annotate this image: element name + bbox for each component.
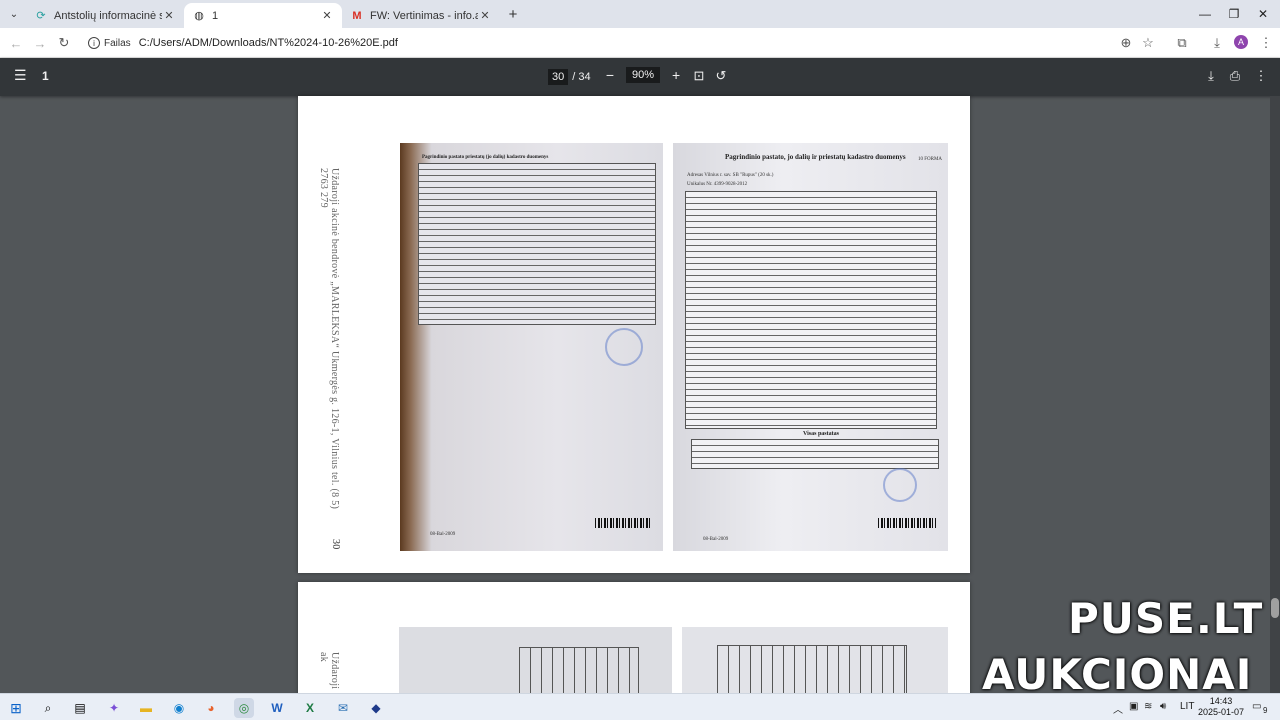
- barcode-right: [878, 518, 936, 528]
- company-side-text: Uždaroji akcinė bendrovė „MARLEKSA“ Ukme…: [318, 168, 340, 510]
- cadastre-table-right: [685, 191, 937, 429]
- cadastre-photo-left: Pagrindinio pastato priestatų (jo dalių)…: [400, 143, 663, 551]
- downloads-icon[interactable]: ⤓: [1207, 33, 1227, 53]
- url-text[interactable]: C:/Users/ADM/Downloads/NT%2024-10-26%20E…: [139, 37, 398, 49]
- fit-page-icon[interactable]: ⊡: [690, 68, 708, 86]
- window-close-button[interactable]: ✕: [1254, 5, 1272, 23]
- photo-right-code: Unikalus Nr. 4399-9028-2012: [687, 182, 748, 187]
- gmail-icon: M: [352, 9, 362, 22]
- site-label: Failas: [104, 37, 131, 49]
- barcode-left: [595, 518, 651, 528]
- page-indicator: 30 / 34: [548, 69, 591, 85]
- photo-left-heading: Pagrindinio pastato priestatų (jo dalių)…: [422, 155, 549, 160]
- chrome-icon[interactable]: ◎: [234, 698, 254, 718]
- info-icon: i: [88, 37, 100, 49]
- wifi-icon[interactable]: ≋: [1144, 701, 1152, 712]
- forward-icon[interactable]: →: [30, 33, 50, 53]
- edge-icon[interactable]: ◉: [169, 698, 189, 718]
- tab-document[interactable]: ◍ 1 ✕: [184, 3, 342, 28]
- notification-count: 9: [1263, 706, 1268, 715]
- site-info-chip[interactable]: i Failas: [80, 37, 139, 49]
- zoom-in-button[interactable]: +: [668, 67, 684, 83]
- floor-plan-photo-left: [399, 627, 672, 702]
- rotate-icon[interactable]: ↺: [712, 68, 730, 86]
- clock-date: 2025-01-07: [1198, 707, 1245, 717]
- close-icon[interactable]: ✕: [478, 9, 492, 22]
- pdf-page-30: Uždaroji akcinė bendrovė „MARLEKSA“ Ukme…: [298, 96, 970, 573]
- minimize-button[interactable]: —: [1196, 5, 1214, 23]
- close-icon[interactable]: ✕: [162, 9, 176, 22]
- antstoliai-icon: ⟳: [36, 10, 46, 22]
- back-icon[interactable]: ←: [6, 33, 26, 53]
- stamp-right: [883, 468, 917, 502]
- globe-icon: ◍: [194, 10, 204, 22]
- zoom-level-input[interactable]: 90%: [626, 67, 661, 83]
- taskbar: ⊞ ⌕ ▤ ✦ ▬ ◉ ◕ ◎ W X ✉ ◆ ︿ ▣ ≋ 🔊︎ LIT 14:…: [0, 693, 1280, 720]
- tab-gmail[interactable]: M FW: Vertinimas - info.antstoliai@ ✕: [342, 3, 500, 28]
- cadastre-photo-right: 10 FORMA Pagrindinio pastato, jo dalių i…: [673, 143, 948, 551]
- zoom-controls: − 90% +: [602, 67, 684, 83]
- tab-antstoliai[interactable]: ⟳ Antstolių informacinė sistema ✕: [26, 3, 184, 28]
- watermark-line-1: PUSE.LT: [1068, 594, 1264, 643]
- clock[interactable]: 14:43 2025-01-07: [1198, 696, 1244, 718]
- totals-table: [691, 439, 939, 469]
- tab-title: Antstolių informacinė sistema: [54, 9, 162, 22]
- download-icon[interactable]: ⤓: [1202, 68, 1220, 86]
- word-icon[interactable]: W: [267, 698, 287, 718]
- profile-avatar[interactable]: A: [1234, 35, 1248, 49]
- document-title: 1: [42, 69, 49, 83]
- watermark-line-2: AUKCIONAI: [982, 650, 1253, 699]
- copilot-icon[interactable]: ✦: [104, 698, 124, 718]
- page-number-input[interactable]: 30: [548, 69, 569, 85]
- app-icon[interactable]: ◆: [366, 698, 386, 718]
- restore-button[interactable]: ❐: [1225, 5, 1243, 23]
- browser-toolbar: ← → ↻ i Failas C:/Users/ADM/Downloads/NT…: [0, 28, 1280, 58]
- zoom-icon[interactable]: ⊕: [1116, 33, 1136, 53]
- tab-strip: ⌄ ⟳ Antstolių informacinė sistema ✕ ◍ 1 …: [0, 0, 1280, 28]
- photo-right-address: Adresas Vilnius r. sav. SB "Rupus" (20 s…: [687, 173, 774, 178]
- photo-left-date: 08-Bal-2009: [430, 532, 456, 537]
- print-icon[interactable]: ⎙: [1226, 68, 1244, 86]
- extensions-icon[interactable]: ⧉: [1172, 33, 1192, 53]
- tray-app-icon[interactable]: ▣: [1129, 701, 1138, 712]
- stamp-left: [605, 328, 643, 366]
- windows-start-icon[interactable]: ⊞: [6, 698, 26, 718]
- floor-plan-photo-right: [682, 627, 948, 702]
- new-tab-button[interactable]: +: [504, 5, 522, 23]
- photo-right-heading: Pagrindinio pastato, jo dalių ir priesta…: [725, 153, 906, 161]
- volume-icon[interactable]: 🔊︎: [1160, 701, 1166, 712]
- zoom-out-button[interactable]: −: [602, 67, 618, 83]
- tray-chevron-icon[interactable]: ︿: [1113, 701, 1123, 716]
- clock-time: 14:43: [1209, 696, 1233, 706]
- form-label: 10 FORMA: [918, 157, 943, 162]
- search-icon[interactable]: ⌕: [38, 698, 58, 718]
- file-explorer-icon[interactable]: ▬: [136, 698, 156, 718]
- page-number: 30: [330, 539, 341, 550]
- firefox-icon[interactable]: ◕: [201, 698, 221, 718]
- hamburger-menu-icon[interactable]: ☰: [14, 68, 28, 82]
- more-options-icon[interactable]: ⋮: [1252, 68, 1270, 86]
- cadastre-table-left: [418, 163, 656, 325]
- bookmark-star-icon[interactable]: ☆: [1138, 33, 1158, 53]
- excel-icon[interactable]: X: [300, 698, 320, 718]
- page-total: / 34: [572, 71, 591, 83]
- company-side-text: Uždaroji ak: [318, 652, 340, 690]
- task-view-icon[interactable]: ▤: [70, 698, 90, 718]
- pdf-page-31: Uždaroji ak: [298, 582, 970, 702]
- kebab-menu-icon[interactable]: ⋮: [1256, 33, 1276, 53]
- photo-right-date: 08-Bal-2009: [703, 537, 729, 542]
- language-indicator[interactable]: LIT: [1180, 701, 1194, 712]
- totals-heading: Visas pastatas: [803, 431, 839, 437]
- scrollbar-thumb[interactable]: [1271, 598, 1279, 618]
- chevron-down-icon: ⌄: [9, 8, 19, 20]
- tab-title: FW: Vertinimas - info.antstoliai@: [370, 9, 478, 22]
- tab-search-button[interactable]: ⌄: [4, 5, 24, 23]
- reload-icon[interactable]: ↻: [54, 33, 74, 53]
- address-bar[interactable]: i Failas C:/Users/ADM/Downloads/NT%2024-…: [80, 31, 1160, 55]
- close-icon[interactable]: ✕: [320, 9, 334, 22]
- outlook-icon[interactable]: ✉: [333, 698, 353, 718]
- notifications-icon[interactable]: ▭: [1252, 701, 1261, 712]
- tab-title: 1: [212, 9, 219, 22]
- pdf-toolbar: ☰ 1 30 / 34 − 90% + ⊡ ↺ ⤓ ⎙ ⋮: [0, 58, 1280, 96]
